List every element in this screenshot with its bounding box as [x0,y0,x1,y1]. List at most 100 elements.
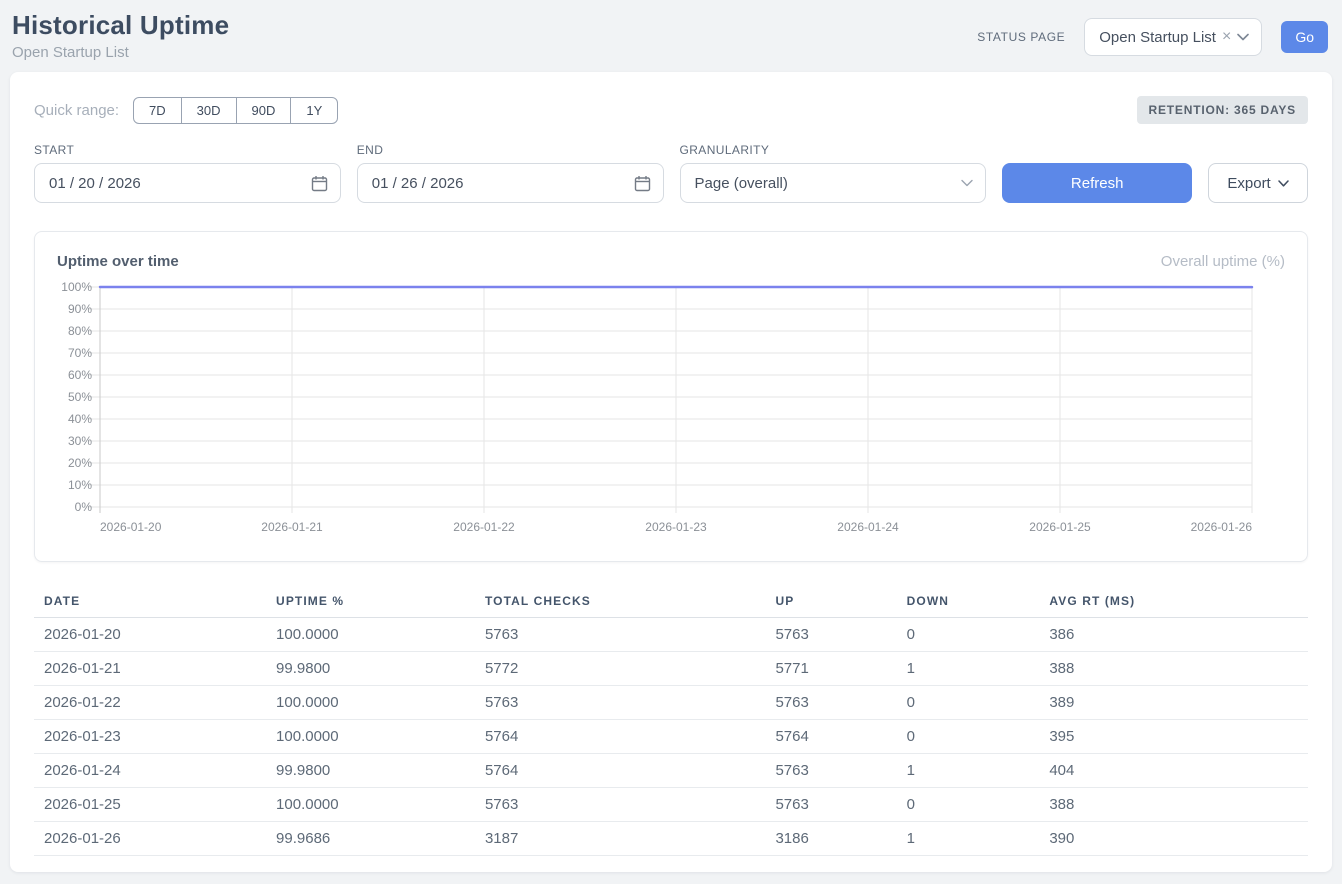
chevron-down-icon [1278,180,1289,187]
column-header-total-checks: TOTAL CHECKS [485,586,775,618]
quick-range-buttons: 7D 30D 90D 1Y [133,97,338,124]
quick-range-group: Quick range: 7D 30D 90D 1Y [34,97,338,124]
quick-range-label: Quick range: [34,102,119,119]
column-header-uptime: UPTIME % [276,586,485,618]
y-tick-label: 80% [68,324,92,338]
table-cell: 0 [907,686,1050,720]
table-cell: 100.0000 [276,618,485,652]
table-cell: 100.0000 [276,720,485,754]
x-tick-label: 2026-01-20 [100,520,162,534]
clear-icon[interactable]: × [1222,29,1231,45]
column-header-date: DATE [34,586,276,618]
start-date-input[interactable]: 01 / 20 / 2026 [34,163,341,203]
table-cell: 5764 [485,720,775,754]
top-header: Historical Uptime Open Startup List STAT… [0,0,1342,72]
y-tick-label: 10% [68,478,92,492]
table-cell: 386 [1049,618,1308,652]
status-page-selected-value: Open Startup List [1099,29,1216,46]
table-header-row: DATE UPTIME % TOTAL CHECKS UP DOWN AVG R… [34,586,1308,618]
table-cell: 0 [907,788,1050,822]
table-cell: 2026-01-20 [34,618,276,652]
table-cell: 1 [907,822,1050,856]
status-page-select[interactable]: Open Startup List × [1084,18,1262,56]
quick-range-30d-button[interactable]: 30D [181,97,237,124]
granularity-selected-value: Page (overall) [695,175,788,192]
uptime-table-body: 2026-01-20100.00005763576303862026-01-21… [34,618,1308,856]
page-subtitle: Open Startup List [12,44,229,61]
x-tick-label: 2026-01-21 [261,520,323,534]
column-header-avg-rt: AVG RT (MS) [1049,586,1308,618]
table-cell: 404 [1049,754,1308,788]
x-tick-label: 2026-01-23 [645,520,707,534]
start-date-value: 01 / 20 / 2026 [49,175,141,192]
granularity-field: GRANULARITY Page (overall) [680,143,987,203]
quick-range-90d-button[interactable]: 90D [236,97,292,124]
chart-legend: Overall uptime (%) [1161,253,1285,270]
y-tick-label: 70% [68,346,92,360]
table-cell: 5763 [485,618,775,652]
y-tick-label: 50% [68,390,92,404]
y-tick-label: 90% [68,302,92,316]
y-tick-label: 20% [68,456,92,470]
table-cell: 5764 [775,720,906,754]
status-page-label: STATUS PAGE [977,30,1065,44]
go-button[interactable]: Go [1281,21,1328,53]
uptime-line-chart: 0%10%20%30%40%50%60%70%80%90%100%2026-01… [57,280,1285,538]
quick-range-7d-button[interactable]: 7D [133,97,182,124]
y-tick-label: 40% [68,412,92,426]
table-cell: 5763 [775,686,906,720]
table-cell: 99.9686 [276,822,485,856]
table-cell: 3187 [485,822,775,856]
y-tick-label: 100% [61,280,92,294]
table-row: 2026-01-25100.0000576357630388 [34,788,1308,822]
table-cell: 5763 [775,618,906,652]
table-row: 2026-01-22100.0000576357630389 [34,686,1308,720]
retention-badge: RETENTION: 365 DAYS [1137,96,1308,124]
table-cell: 5763 [485,788,775,822]
start-date-label: START [34,143,341,157]
table-cell: 5763 [775,788,906,822]
table-cell: 388 [1049,652,1308,686]
main-panel: Quick range: 7D 30D 90D 1Y RETENTION: 36… [10,72,1332,872]
calendar-icon[interactable] [634,175,651,192]
page-title: Historical Uptime [12,10,229,41]
granularity-select[interactable]: Page (overall) [680,163,987,203]
table-cell: 5772 [485,652,775,686]
table-cell: 3186 [775,822,906,856]
chevron-down-icon [1237,33,1249,41]
table-cell: 0 [907,720,1050,754]
table-cell: 2026-01-24 [34,754,276,788]
y-tick-label: 0% [75,500,93,514]
export-button-label: Export [1227,175,1270,192]
uptime-table: DATE UPTIME % TOTAL CHECKS UP DOWN AVG R… [34,586,1308,856]
end-date-value: 01 / 26 / 2026 [372,175,464,192]
table-row: 2026-01-23100.0000576457640395 [34,720,1308,754]
calendar-icon[interactable] [311,175,328,192]
chart-title: Uptime over time [57,253,179,270]
table-row: 2026-01-2199.9800577257711388 [34,652,1308,686]
quick-range-1y-button[interactable]: 1Y [290,97,338,124]
table-cell: 2026-01-22 [34,686,276,720]
refresh-button[interactable]: Refresh [1002,163,1192,203]
table-cell: 0 [907,618,1050,652]
quick-range-row: Quick range: 7D 30D 90D 1Y RETENTION: 36… [34,96,1308,124]
end-date-input[interactable]: 01 / 26 / 2026 [357,163,664,203]
export-button[interactable]: Export [1208,163,1308,203]
table-cell: 5763 [775,754,906,788]
table-cell: 99.9800 [276,652,485,686]
y-tick-label: 60% [68,368,92,382]
x-tick-label: 2026-01-25 [1029,520,1091,534]
start-date-field: START 01 / 20 / 2026 [34,143,341,203]
table-cell: 390 [1049,822,1308,856]
end-date-field: END 01 / 26 / 2026 [357,143,664,203]
table-cell: 100.0000 [276,686,485,720]
table-row: 2026-01-2499.9800576457631404 [34,754,1308,788]
column-header-down: DOWN [907,586,1050,618]
table-cell: 5763 [485,686,775,720]
table-cell: 5771 [775,652,906,686]
table-cell: 2026-01-25 [34,788,276,822]
table-cell: 5764 [485,754,775,788]
table-row: 2026-01-20100.0000576357630386 [34,618,1308,652]
title-block: Historical Uptime Open Startup List [12,10,229,61]
table-cell: 1 [907,754,1050,788]
